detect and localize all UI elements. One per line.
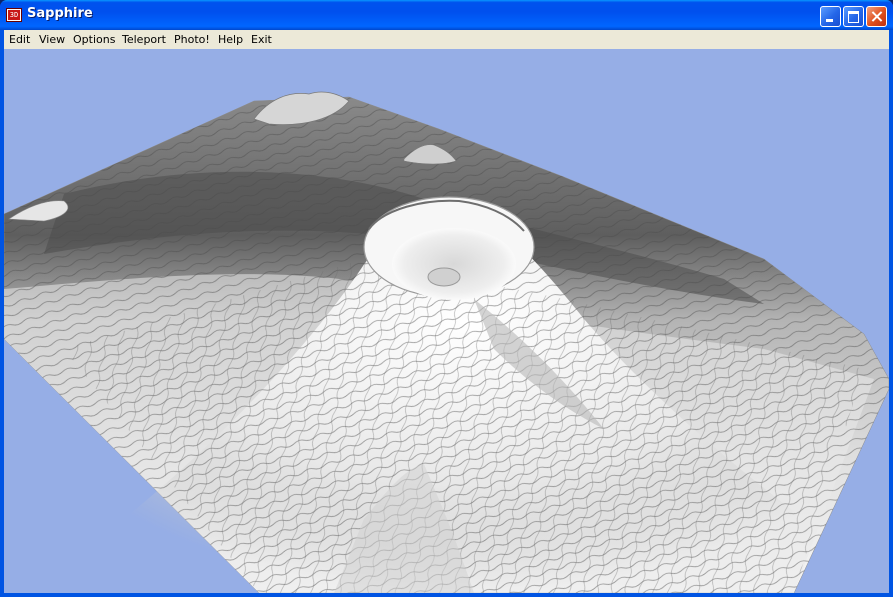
- title-bar[interactable]: 3D Sapphire: [0, 0, 893, 30]
- maximize-button[interactable]: [843, 6, 864, 27]
- close-button[interactable]: [866, 6, 887, 27]
- lava-dome: [427, 267, 461, 287]
- app-window: 3D Sapphire Edit View Options Teleport P…: [0, 0, 893, 597]
- app-3d-icon[interactable]: 3D: [6, 8, 22, 22]
- crater-floor: [392, 228, 516, 300]
- 3d-viewport[interactable]: [4, 49, 889, 593]
- menu-options[interactable]: Options: [73, 32, 115, 47]
- app-icon-label: 3D: [9, 11, 19, 19]
- menu-view[interactable]: View: [39, 32, 65, 47]
- menu-teleport[interactable]: Teleport: [122, 32, 166, 47]
- menu-help[interactable]: Help: [218, 32, 243, 47]
- menu-photo[interactable]: Photo!: [174, 32, 210, 47]
- terrain-render: [4, 91, 889, 593]
- menu-edit[interactable]: Edit: [9, 32, 30, 47]
- menu-exit[interactable]: Exit: [251, 32, 272, 47]
- window-title: Sapphire: [27, 6, 93, 21]
- minimize-button[interactable]: [820, 6, 841, 27]
- menu-bar: Edit View Options Teleport Photo! Help E…: [4, 30, 889, 49]
